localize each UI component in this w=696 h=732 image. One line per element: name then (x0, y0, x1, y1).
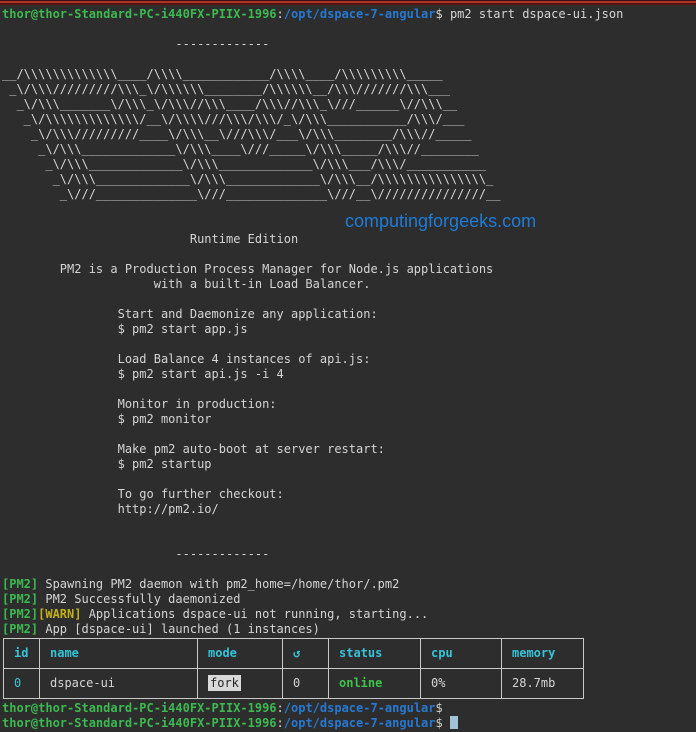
prompt-path: /opt/dspace-7-angular (283, 716, 436, 730)
log-spawning: Spawning PM2 daemon with pm2_home=/home/… (45, 577, 400, 591)
fork-mode-chip: fork (208, 675, 241, 691)
cell-memory: 28.7mb (501, 668, 584, 699)
col-header-cpu: cpu (420, 638, 502, 669)
prompt-colon: : (276, 716, 284, 730)
prompt-user-host: thor@thor-Standard-PC-i440FX-PIIX-1996 (2, 716, 277, 730)
log-pm2-tag: [PM2] (2, 622, 39, 636)
watermark-text: computingforgeeks.com (345, 211, 537, 231)
col-header-mode: mode (197, 638, 283, 669)
cell-name: dspace-ui (39, 668, 198, 699)
col-header-id: id (3, 638, 40, 669)
prompt-dollar: $ (435, 716, 443, 730)
table-row: 0 dspace-ui fork 0 online 0% 28.7mb (3, 668, 584, 699)
prompt-colon: : (276, 7, 284, 21)
terminal-bottom-prompts[interactable]: thor@thor-Standard-PC-i440FX-PIIX-1996:/… (0, 699, 696, 731)
cell-restarts: 0 (282, 668, 329, 699)
cell-mode: fork (197, 668, 283, 699)
col-header-restart-icon: ↺ (282, 638, 329, 669)
table-header-row: id name mode ↺ status cpu memory (3, 638, 584, 669)
terminal-output[interactable]: thor@thor-Standard-PC-i440FX-PIIX-1996:/… (0, 5, 696, 637)
command-text: $ pm2 start dspace-ui.json (435, 7, 624, 21)
prompt-path: /opt/dspace-7-angular (283, 7, 436, 21)
log-launched: App [dspace-ui] launched (1 instances) (38, 622, 320, 636)
log-daemonized: PM2 Successfully daemonized (45, 592, 241, 606)
prompt-user-host: thor@thor-Standard-PC-i440FX-PIIX-1996 (2, 701, 277, 715)
log-pm2-tag: [PM2] (2, 577, 39, 591)
log-warn-tag: [WARN] (38, 607, 82, 621)
prompt-dollar: $ (435, 701, 443, 715)
col-header-memory: memory (501, 638, 584, 669)
cell-status: online (328, 668, 421, 699)
terminal-cursor (449, 716, 458, 729)
prompt-colon: : (276, 701, 284, 715)
prompt-user-host: thor@thor-Standard-PC-i440FX-PIIX-1996 (2, 7, 277, 21)
log-pm2-tag: [PM2] (2, 592, 39, 606)
col-header-name: name (39, 638, 198, 669)
prompt-path: /opt/dspace-7-angular (283, 701, 436, 715)
log-not-running: Applications dspace-ui not running, star… (88, 607, 429, 621)
pm2-banner-and-help: ------------- __/\\\\\\\\\\\\\____/\\\\_… (2, 37, 501, 561)
col-header-status: status (328, 638, 421, 669)
pm2-process-table: id name mode ↺ status cpu memory 0 dspac… (3, 638, 584, 699)
cell-cpu: 0% (420, 668, 502, 699)
cell-id: 0 (3, 668, 40, 699)
log-pm2-tag: [PM2] (2, 607, 39, 621)
